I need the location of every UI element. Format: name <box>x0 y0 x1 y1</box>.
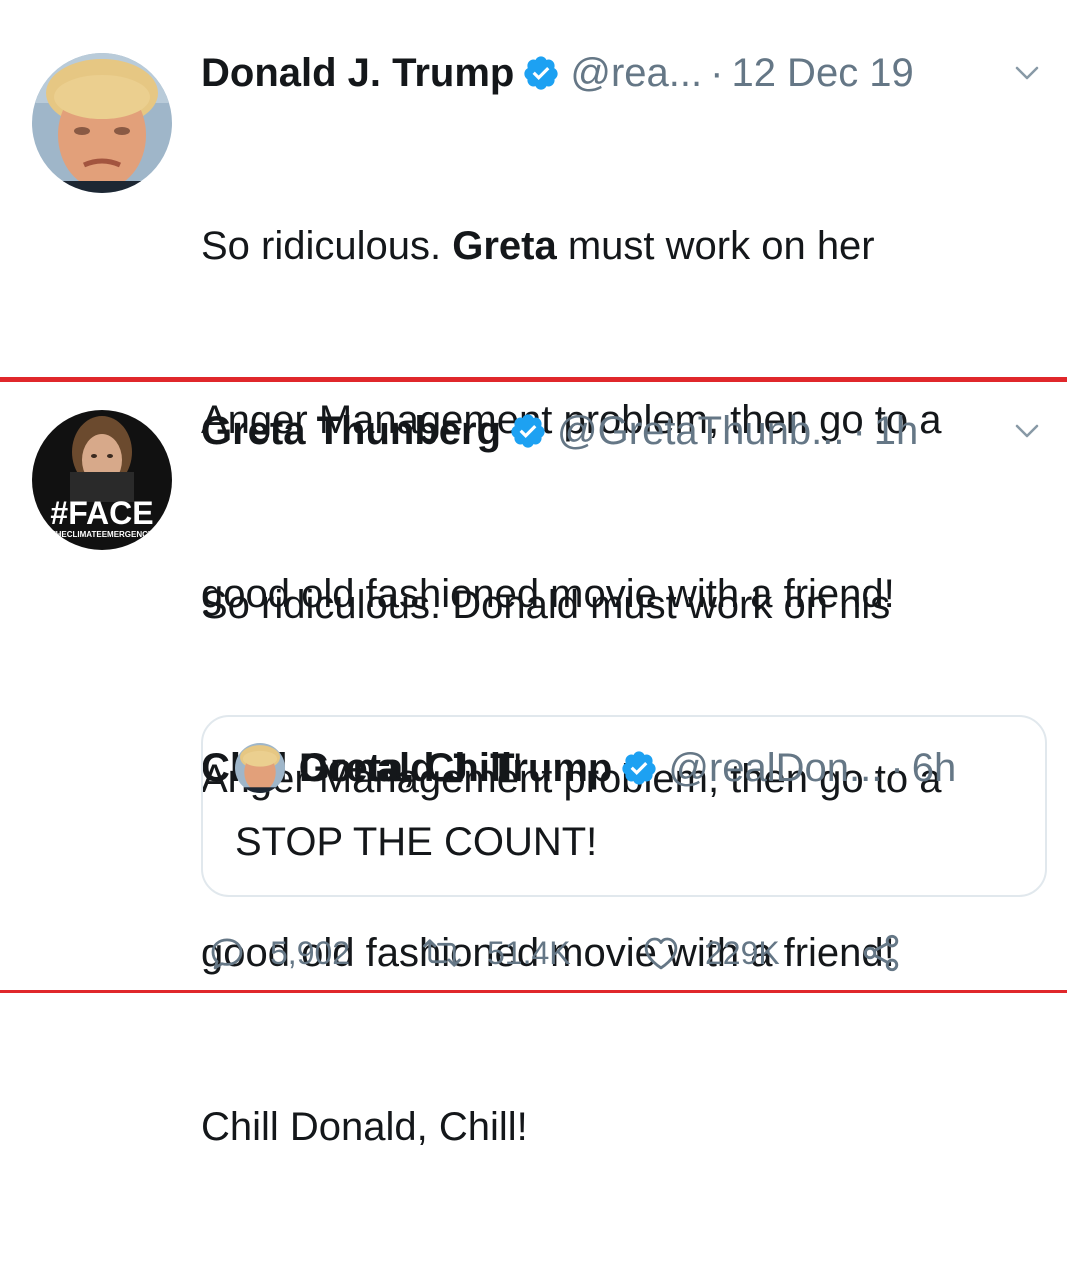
tweet-header-greta: Greta Thunberg @GretaThunb... · 1h <box>201 406 918 456</box>
tweet-trump[interactable]: Donald J. Trump @rea... · 12 Dec 19 So r… <box>0 0 1067 790</box>
avatar-subtitle-text: THECLIMATEEMERGENCY <box>51 530 154 539</box>
tweet-header-trump: Donald J. Trump @rea... · 12 Dec 19 <box>201 48 914 98</box>
quoted-author-handle[interactable]: @realDon... <box>668 746 882 791</box>
quoted-header: Donald J. Trump @realDon... · 6h <box>299 743 956 793</box>
like-button[interactable]: 229K <box>639 925 780 981</box>
retweet-button[interactable]: 51.4K <box>419 925 571 981</box>
author-name[interactable]: Greta Thunberg <box>201 409 501 454</box>
quoted-author-name[interactable]: Donald J. Trump <box>299 746 612 791</box>
share-icon <box>863 934 899 972</box>
tweet-greta[interactable]: #FACE THECLIMATEEMERGENCY Greta Thunberg… <box>0 382 1067 1149</box>
author-handle[interactable]: @rea... <box>570 51 702 96</box>
reply-icon <box>211 938 243 970</box>
tweet-timestamp[interactable]: 12 Dec 19 <box>731 51 913 96</box>
quoted-text: STOP THE COUNT! <box>235 820 598 864</box>
avatar-overlay-text: #FACE <box>50 495 153 531</box>
avatar-greta[interactable]: #FACE THECLIMATEEMERGENCY <box>32 410 172 550</box>
verified-badge-icon <box>622 751 656 785</box>
quoted-tweet[interactable]: Donald J. Trump @realDon... · 6h STOP TH… <box>201 715 1047 897</box>
author-handle[interactable]: @GretaThunb... <box>557 409 844 454</box>
reply-button[interactable]: 5,902 <box>206 925 350 981</box>
reply-count: 5,902 <box>270 934 351 971</box>
tweet-line: So ridiculous. Donald must work on his <box>201 583 891 627</box>
quoted-avatar-trump <box>235 743 285 793</box>
separator-dot: · <box>890 745 904 790</box>
tweet-actions: 5,902 51.4K 229K <box>201 925 1047 981</box>
verified-badge-icon <box>524 56 558 90</box>
tweet-timestamp[interactable]: 1h <box>874 409 919 454</box>
verified-badge-icon <box>511 414 545 448</box>
quoted-timestamp[interactable]: 6h <box>912 746 957 791</box>
author-name[interactable]: Donald J. Trump <box>201 51 514 96</box>
avatar-trump[interactable] <box>32 53 172 193</box>
retweet-count: 51.4K <box>487 934 571 971</box>
retweet-icon <box>423 939 461 967</box>
chevron-down-icon[interactable] <box>1012 58 1042 88</box>
separator-dot: · <box>710 50 724 95</box>
like-count: 229K <box>705 934 780 971</box>
like-icon <box>644 937 678 970</box>
separator-dot: · <box>852 408 866 453</box>
tweet-line: So ridiculous. Greta must work on her <box>201 224 875 268</box>
chevron-down-icon[interactable] <box>1012 416 1042 446</box>
share-button[interactable] <box>859 925 903 981</box>
tweet-line: Chill Donald, Chill! <box>201 1105 528 1149</box>
